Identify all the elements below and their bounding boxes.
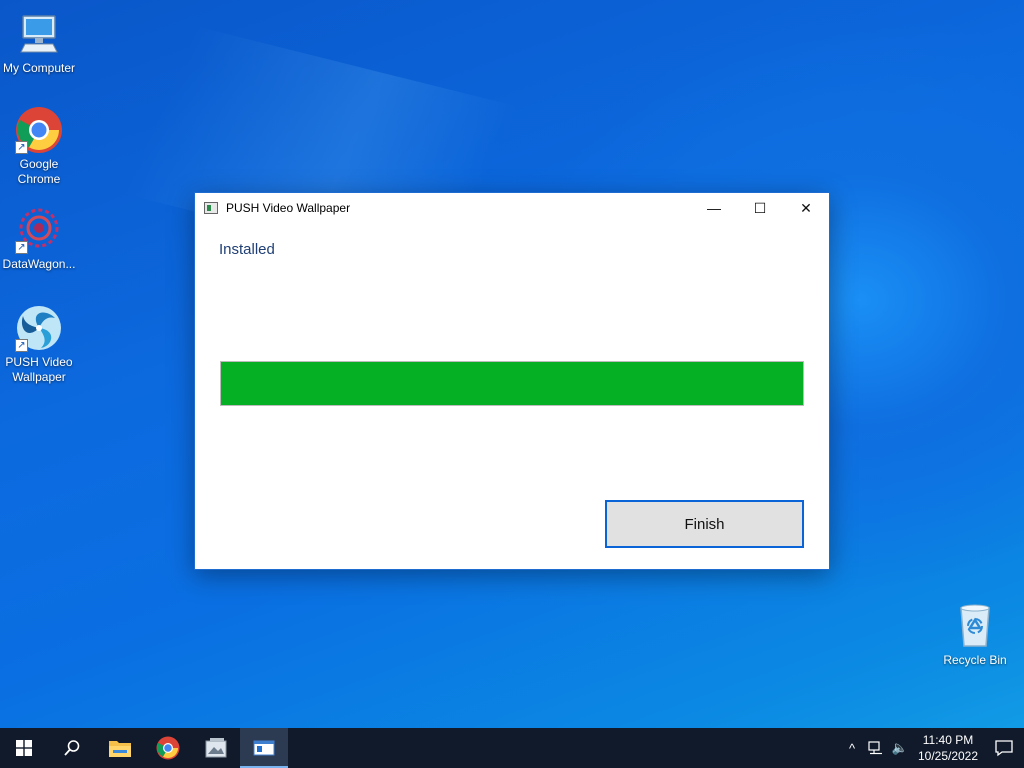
install-status-text: Installed bbox=[219, 241, 275, 258]
desktop-icon-label: Recycle Bin bbox=[943, 653, 1007, 667]
clock[interactable]: 11:40 PM 10/25/2022 bbox=[912, 732, 984, 764]
chevron-up-icon: ^ bbox=[848, 740, 856, 756]
minimize-icon: — bbox=[707, 200, 721, 216]
notification-icon bbox=[995, 740, 1013, 757]
maximize-button[interactable]: ☐ bbox=[737, 193, 783, 223]
recycle-bin-icon bbox=[951, 602, 999, 650]
taskbar-file-explorer[interactable] bbox=[96, 728, 144, 768]
desktop-icon-label: DataWagon... bbox=[2, 257, 76, 271]
system-tray: ^ 🔈 11:40 PM 10/25/2022 bbox=[840, 728, 1024, 768]
maximize-icon: ☐ bbox=[753, 199, 767, 216]
taskbar: ^ 🔈 11:40 PM 10/25/2022 bbox=[0, 728, 1024, 768]
volume-icon: 🔈 bbox=[891, 740, 909, 755]
show-hidden-icons-button[interactable]: ^ bbox=[840, 728, 864, 768]
app-icon bbox=[204, 202, 218, 214]
datawagon-icon: ↗ bbox=[15, 206, 63, 254]
taskbar-push-video-wallpaper[interactable] bbox=[240, 728, 288, 768]
start-button[interactable] bbox=[0, 728, 48, 768]
taskbar-google-chrome[interactable] bbox=[144, 728, 192, 768]
search-button[interactable] bbox=[48, 728, 96, 768]
desktop-icon-recycle-bin[interactable]: Recycle Bin bbox=[936, 602, 1014, 668]
progress-fill bbox=[221, 362, 803, 405]
installer-window: PUSH Video Wallpaper — ☐ ✕ Installed Fin… bbox=[194, 192, 830, 570]
desktop-icon-label: PUSH Video Wallpaper bbox=[5, 355, 73, 384]
install-progress-bar bbox=[220, 361, 804, 406]
shortcut-arrow-icon: ↗ bbox=[15, 339, 28, 352]
search-icon bbox=[64, 740, 80, 756]
volume-button[interactable]: 🔈 bbox=[888, 728, 912, 768]
shortcut-arrow-icon: ↗ bbox=[15, 241, 28, 254]
image-viewer-icon bbox=[205, 738, 227, 758]
chrome-icon: ↗ bbox=[15, 106, 63, 154]
desktop-icon-push-video-wallpaper[interactable]: ↗ PUSH Video Wallpaper bbox=[0, 304, 78, 385]
taskbar-image-app[interactable] bbox=[192, 728, 240, 768]
minimize-button[interactable]: — bbox=[691, 193, 737, 223]
desktop-icon-datawagon[interactable]: ↗ DataWagon... bbox=[0, 206, 78, 272]
close-icon: ✕ bbox=[800, 199, 812, 216]
desktop-icon-my-computer[interactable]: My Computer bbox=[0, 10, 78, 76]
action-center-button[interactable] bbox=[984, 728, 1024, 768]
finish-button[interactable]: Finish bbox=[605, 500, 804, 548]
computer-icon bbox=[15, 10, 63, 58]
installer-window-icon bbox=[253, 740, 275, 756]
desktop-icon-label: Google Chrome bbox=[17, 157, 61, 186]
clock-time: 11:40 PM bbox=[922, 733, 974, 747]
window-title: PUSH Video Wallpaper bbox=[226, 201, 351, 215]
windows-logo-icon bbox=[16, 740, 32, 756]
desktop-icon-google-chrome[interactable]: ↗ Google Chrome bbox=[0, 106, 78, 187]
window-titlebar[interactable]: PUSH Video Wallpaper — ☐ ✕ bbox=[195, 193, 829, 223]
push-video-wallpaper-icon: ↗ bbox=[15, 304, 63, 352]
close-button[interactable]: ✕ bbox=[783, 193, 829, 223]
clock-date: 10/25/2022 bbox=[917, 749, 979, 763]
desktop-icon-label: My Computer bbox=[2, 61, 76, 75]
chrome-icon bbox=[156, 736, 180, 760]
network-button[interactable] bbox=[864, 728, 888, 768]
shortcut-arrow-icon: ↗ bbox=[15, 141, 28, 154]
folder-icon bbox=[109, 741, 131, 757]
network-icon bbox=[868, 741, 882, 755]
